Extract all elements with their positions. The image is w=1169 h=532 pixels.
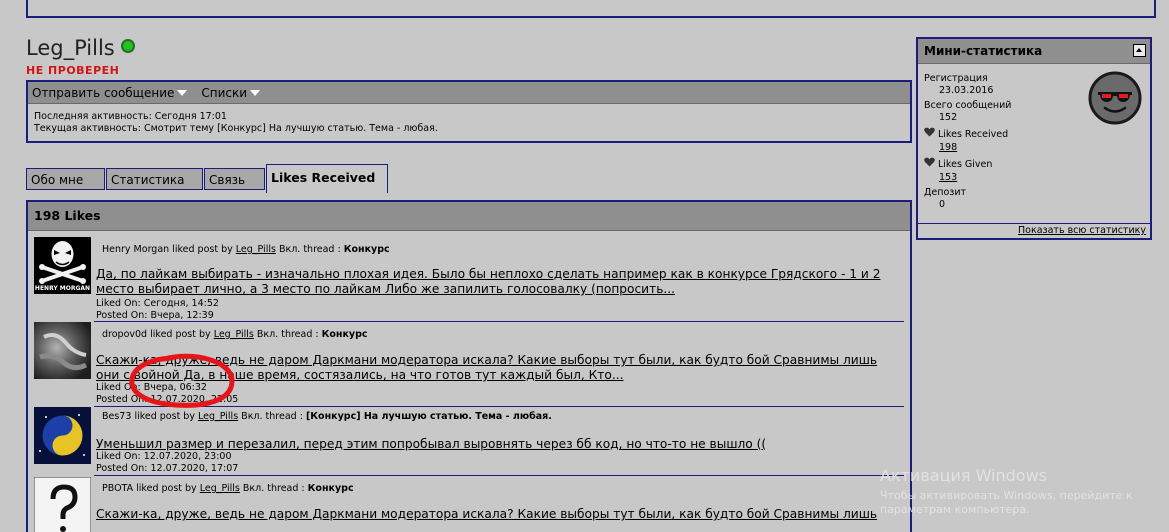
entry-divider <box>94 475 904 476</box>
mini-stats-title: Мини-статистика <box>924 44 1043 58</box>
post-excerpt-link[interactable]: Да, по лайкам выбирать - изначально плох… <box>96 267 904 297</box>
liked-post-text: liked post by <box>136 483 197 494</box>
tab-likes-received[interactable]: Likes Received <box>266 164 388 193</box>
avatar[interactable]: HENRY MORGAN <box>34 237 91 294</box>
thread-link[interactable]: Конкурс <box>308 483 354 494</box>
deposit-value: 0 <box>939 199 946 210</box>
liked-on: Liked On: 12.07.2020, 23:00 <box>96 451 232 462</box>
like-meta: Liked On: Сегодня, 14:52 Posted On: Вчер… <box>96 298 219 322</box>
profile-status-label: НЕ ПРОВЕРЕН <box>26 64 120 77</box>
liker-name[interactable]: Bes73 <box>102 411 131 422</box>
last-activity: Последняя активность: Сегодня 17:01 <box>34 111 227 122</box>
heart-icon <box>924 127 935 141</box>
likes-given-row: Likes Given <box>924 157 992 171</box>
post-excerpt-line: место выбирает лично, а 3 место по лайка… <box>96 282 676 296</box>
red-annotation-circle-icon <box>129 353 235 408</box>
tab-contact[interactable]: Связь <box>204 168 265 190</box>
liked-post-text: liked post by <box>150 329 211 340</box>
registration-value: 23.03.2016 <box>939 85 994 96</box>
posts-label: Всего сообщений <box>924 100 1012 111</box>
top-panel <box>26 0 1156 18</box>
liker-name[interactable]: Henry Morgan <box>102 244 169 255</box>
user-avatar-smiley-icon[interactable] <box>1088 71 1142 125</box>
lists-menu[interactable]: Списки <box>201 85 261 100</box>
profile-username: Leg_Pills <box>26 36 135 60</box>
liked-on: Liked On: Сегодня, 14:52 <box>96 298 219 309</box>
mini-stats-divider <box>918 223 1150 224</box>
show-all-stats-link[interactable]: Показать всю статистику <box>1018 225 1146 236</box>
like-entry-header: Bes73 liked post by Leg_Pills Вкл. threa… <box>102 411 552 422</box>
post-excerpt-line: Уменьшил размер и перезалил, перед этим … <box>96 437 767 451</box>
post-excerpt-line: Да, по лайкам выбирать - изначально плох… <box>96 267 881 281</box>
like-entry-header: PBOTA liked post by Leg_Pills Вкл. threa… <box>102 483 354 494</box>
like-entry: HENRY MORGAN Henry Morgan liked post by … <box>34 237 908 322</box>
avatar-logo-text: HENRY MORGAN <box>35 285 90 292</box>
activity-info: Последняя активность: Сегодня 17:01 Теку… <box>28 104 910 135</box>
likes-count-header: 198 Likes <box>28 202 910 231</box>
lists-label: Списки <box>201 85 248 100</box>
avatar[interactable] <box>34 407 91 464</box>
author-link[interactable]: Leg_Pills <box>214 329 254 340</box>
likes-given-link[interactable]: 153 <box>939 172 957 184</box>
username-text: Leg_Pills <box>26 36 115 60</box>
like-entry: PBOTA liked post by Leg_Pills Вкл. threa… <box>34 477 908 532</box>
author-link[interactable]: Leg_Pills <box>198 411 238 422</box>
likes-given-label: Likes Given <box>938 159 993 170</box>
thread-label: Вкл. thread : <box>242 483 305 494</box>
likes-received-label: Likes Received <box>938 129 1009 140</box>
send-message-label: Отправить сообщение <box>32 85 175 100</box>
mini-stats-panel: Мини-статистика Регистрация 23.03.2016 В… <box>916 37 1152 240</box>
posted-on: Posted On: 12.07.2020, 17:07 <box>96 463 239 474</box>
liker-name[interactable]: PBOTA <box>102 483 133 494</box>
online-status-icon <box>120 39 135 53</box>
windows-activation-text: Чтобы активировать Windows, перейдите к … <box>880 489 1133 517</box>
author-link[interactable]: Leg_Pills <box>236 244 276 255</box>
chevron-down-icon <box>250 89 261 96</box>
tab-about[interactable]: Обо мне <box>26 168 105 190</box>
current-activity: Текущая активность: Смотрит тему [Конкур… <box>34 123 438 134</box>
activity-panel: Отправить сообщение Списки Последняя акт… <box>26 80 912 143</box>
like-entry-header: dropov0d liked post by Leg_Pills Вкл. th… <box>102 329 368 340</box>
windows-activation-line: Чтобы активировать Windows, перейдите к <box>880 489 1133 502</box>
mini-stats-header: Мини-статистика <box>918 39 1150 64</box>
windows-activation-line: параметрам компьютера. <box>880 503 1030 516</box>
registration-label: Регистрация <box>924 73 988 84</box>
liked-post-text: liked post by <box>134 411 195 422</box>
like-entry: Bes73 liked post by Leg_Pills Вкл. threa… <box>34 407 908 476</box>
posts-value: 152 <box>939 112 958 123</box>
send-message-menu[interactable]: Отправить сообщение <box>32 85 188 100</box>
deposit-label: Депозит <box>924 187 967 198</box>
tab-statistics[interactable]: Статистика <box>106 168 203 190</box>
author-link[interactable]: Leg_Pills <box>200 483 240 494</box>
windows-activation-title: Активация Windows <box>880 466 1047 485</box>
like-meta: Liked On: 12.07.2020, 23:00 Posted On: 1… <box>96 451 238 475</box>
profile-actions-bar: Отправить сообщение Списки <box>28 82 910 104</box>
thread-link[interactable]: Конкурс <box>322 329 368 340</box>
liker-name[interactable]: dropov0d <box>102 329 147 340</box>
avatar[interactable] <box>34 322 91 379</box>
like-entry-header: Henry Morgan liked post by Leg_Pills Вкл… <box>102 244 390 255</box>
likes-received-link[interactable]: 198 <box>939 142 957 154</box>
heart-icon <box>924 157 935 171</box>
thread-link[interactable]: [Конкурс] На лучшую статью. Тема - любая… <box>306 411 552 422</box>
liked-post-text: liked post by <box>172 244 233 255</box>
likes-received-row: Likes Received <box>924 127 1008 141</box>
avatar[interactable] <box>34 477 91 532</box>
post-excerpt-link[interactable]: Уменьшил размер и перезалил, перед этим … <box>96 437 904 452</box>
thread-label: Вкл. thread : <box>241 411 303 422</box>
collapse-icon[interactable] <box>1133 44 1146 57</box>
thread-label: Вкл. thread : <box>256 329 319 340</box>
chevron-down-icon <box>177 89 188 96</box>
thread-label: Вкл. thread : <box>278 244 341 255</box>
thread-link[interactable]: Конкурс <box>344 244 390 255</box>
